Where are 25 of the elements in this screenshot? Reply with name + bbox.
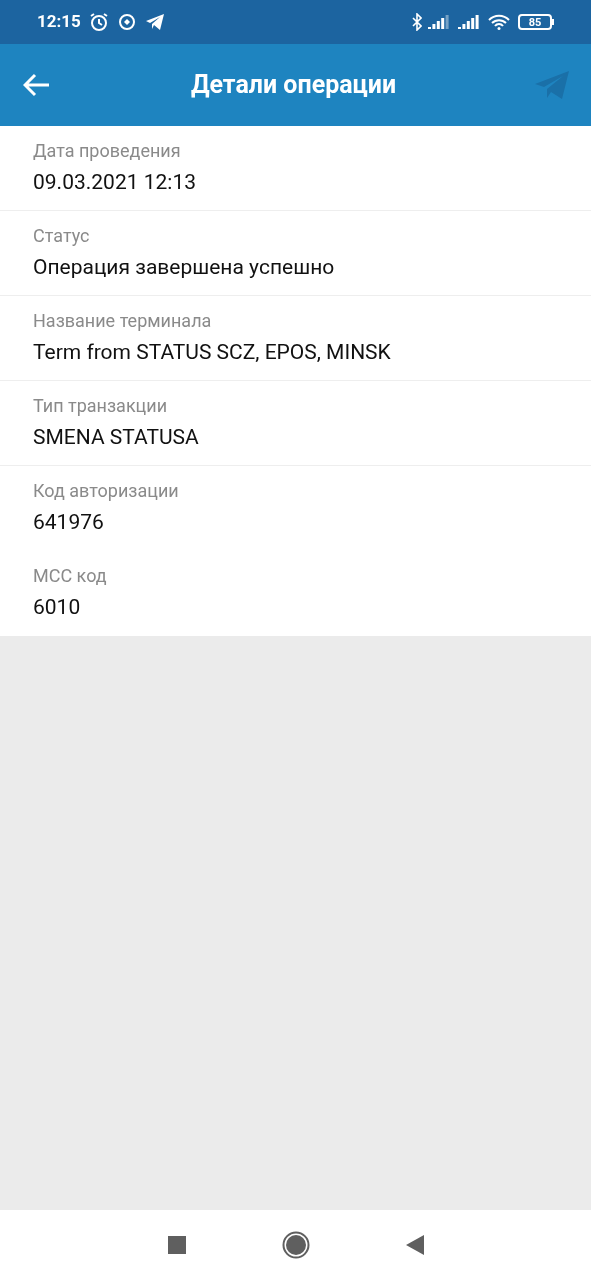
field-label: Код авторизации: [33, 479, 180, 503]
field-label: Дата проведения: [33, 139, 182, 163]
field-label: Тип транзакции: [33, 394, 169, 418]
clock-time: 12:15: [37, 10, 81, 34]
back-triangle-icon[interactable]: [405, 1235, 424, 1255]
screen-title: Детали операции: [189, 69, 398, 102]
signal-icon: [458, 15, 480, 29]
field-value: 641976: [33, 509, 105, 536]
field-value: SMENA STATUSA: [33, 424, 200, 451]
alarm-clock-icon: [88, 12, 109, 32]
home-circle-icon[interactable]: [281, 1231, 310, 1259]
paper-plane-icon: [144, 13, 165, 31]
field-label: MCC код: [33, 564, 108, 588]
field-value: 6010: [33, 594, 82, 621]
field-value: Операция завершена успешно: [33, 254, 336, 281]
field-label: Название терминала: [33, 309, 213, 333]
wifi-icon: [488, 14, 510, 30]
app-icon: [117, 13, 136, 31]
field-label: Статус: [33, 224, 91, 248]
signal-icon: [428, 15, 450, 29]
battery-icon: 85: [518, 14, 554, 30]
bluetooth-icon: [412, 13, 422, 31]
field-value: 09.03.2021 12:13: [33, 169, 197, 196]
field-value: Term from STATUS SCZ, EPOS, MINSK: [33, 339, 392, 366]
square-icon[interactable]: [167, 1236, 186, 1254]
